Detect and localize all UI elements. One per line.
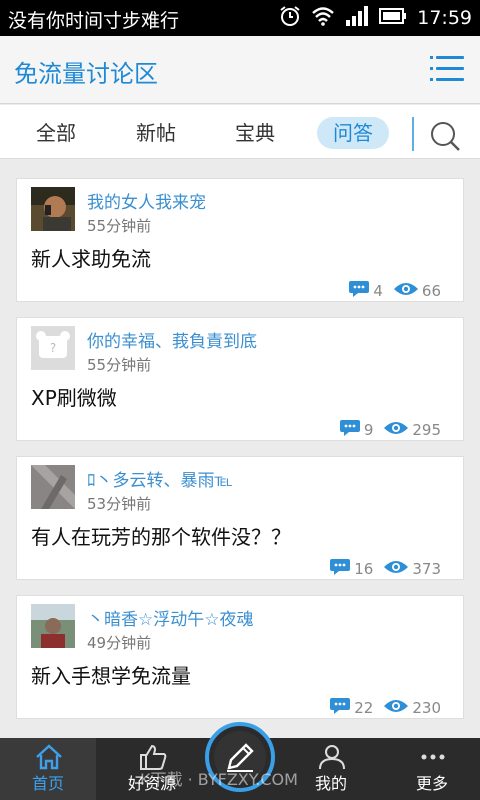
post-stats: 4 66 xyxy=(348,281,441,301)
alarm-icon xyxy=(279,5,301,31)
view-count: 230 xyxy=(412,699,441,717)
svg-text:?: ? xyxy=(50,341,56,355)
avatar[interactable] xyxy=(31,604,75,648)
post-author[interactable]: 我的女人我来宠 xyxy=(87,188,206,213)
post-list: 我的女人我来宠 55分钟前 新人求助免流 4 66 ? 你的幸福、莪負責到底 5… xyxy=(0,160,480,738)
nav-home-label: 首页 xyxy=(31,774,64,793)
notification-text: 没有你时间寸步难行 xyxy=(8,10,180,32)
avatar[interactable] xyxy=(31,465,75,509)
more-icon xyxy=(418,744,448,770)
comment-count: 9 xyxy=(363,421,374,439)
post-author[interactable]: ﾛ丶多云转、暴雨℡ xyxy=(87,466,233,491)
post-stats: 22 230 xyxy=(329,698,441,718)
eye-icon xyxy=(383,420,409,440)
post-author[interactable]: 丶暗香☆浮动午☆夜魂 xyxy=(87,605,253,630)
menu-icon[interactable] xyxy=(430,56,464,82)
tab-qa[interactable]: 问答 xyxy=(317,117,389,149)
search-icon[interactable] xyxy=(428,119,462,153)
comment-count: 16 xyxy=(354,560,374,578)
eye-icon xyxy=(383,559,409,579)
comment-icon xyxy=(339,419,361,441)
list-item[interactable]: ? 你的幸福、莪負責到底 55分钟前 XP刷微微 9 295 xyxy=(16,317,464,441)
post-stats: 16 373 xyxy=(329,559,441,579)
post-title[interactable]: 新入手想学免流量 xyxy=(31,660,191,689)
post-author[interactable]: 你的幸福、莪負責到底 xyxy=(87,327,257,352)
tab-guides[interactable]: 宝典 xyxy=(219,117,291,149)
post-time: 49分钟前 xyxy=(87,634,152,652)
view-count: 66 xyxy=(421,282,441,300)
post-title[interactable]: XP刷微微 xyxy=(31,382,117,411)
tab-new[interactable]: 新帖 xyxy=(120,117,192,149)
eye-icon xyxy=(383,698,409,718)
comment-count: 4 xyxy=(373,282,383,300)
list-item[interactable]: 我的女人我来宠 55分钟前 新人求助免流 4 66 xyxy=(16,178,464,302)
nav-more[interactable]: 更多 xyxy=(384,738,480,800)
list-item[interactable]: 丶暗香☆浮动午☆夜魂 49分钟前 新入手想学免流量 22 230 xyxy=(16,595,464,719)
nav-more-label: 更多 xyxy=(415,774,448,793)
view-count: 295 xyxy=(412,421,441,439)
post-stats: 9 295 xyxy=(339,420,441,440)
post-time: 55分钟前 xyxy=(87,356,152,374)
signal-icon xyxy=(345,5,369,31)
post-title[interactable]: 新人求助免流 xyxy=(31,243,151,272)
clock: 17:59 xyxy=(417,7,472,29)
nav-home[interactable]: 首页 xyxy=(0,738,96,800)
view-count: 373 xyxy=(412,560,441,578)
avatar[interactable] xyxy=(31,187,75,231)
battery-icon xyxy=(379,7,407,29)
eye-icon xyxy=(393,281,419,301)
avatar[interactable]: ? xyxy=(31,326,75,370)
comment-count: 22 xyxy=(354,699,374,717)
tab-bar: 全部 新帖 宝典 问答 xyxy=(0,105,480,159)
page-title: 免流量讨论区 xyxy=(14,60,158,88)
status-bar: 没有你时间寸步难行 17:59 xyxy=(0,0,480,36)
watermark: K下载 · BYFZXY.COM xyxy=(140,770,298,789)
comment-icon xyxy=(348,280,370,302)
post-title[interactable]: 有人在玩芳的那个软件没？？ xyxy=(31,521,291,550)
app-bar: 免流量讨论区 xyxy=(0,36,480,104)
home-icon xyxy=(34,744,64,770)
user-icon xyxy=(317,744,347,770)
comment-icon xyxy=(329,697,351,719)
comment-icon xyxy=(329,558,351,580)
post-time: 55分钟前 xyxy=(87,217,152,235)
wifi-icon xyxy=(311,6,335,30)
post-time: 53分钟前 xyxy=(87,495,152,513)
tab-all[interactable]: 全部 xyxy=(20,117,92,149)
list-item[interactable]: ﾛ丶多云转、暴雨℡ 53分钟前 有人在玩芳的那个软件没？？ 16 373 xyxy=(16,456,464,580)
tab-divider xyxy=(412,117,414,151)
